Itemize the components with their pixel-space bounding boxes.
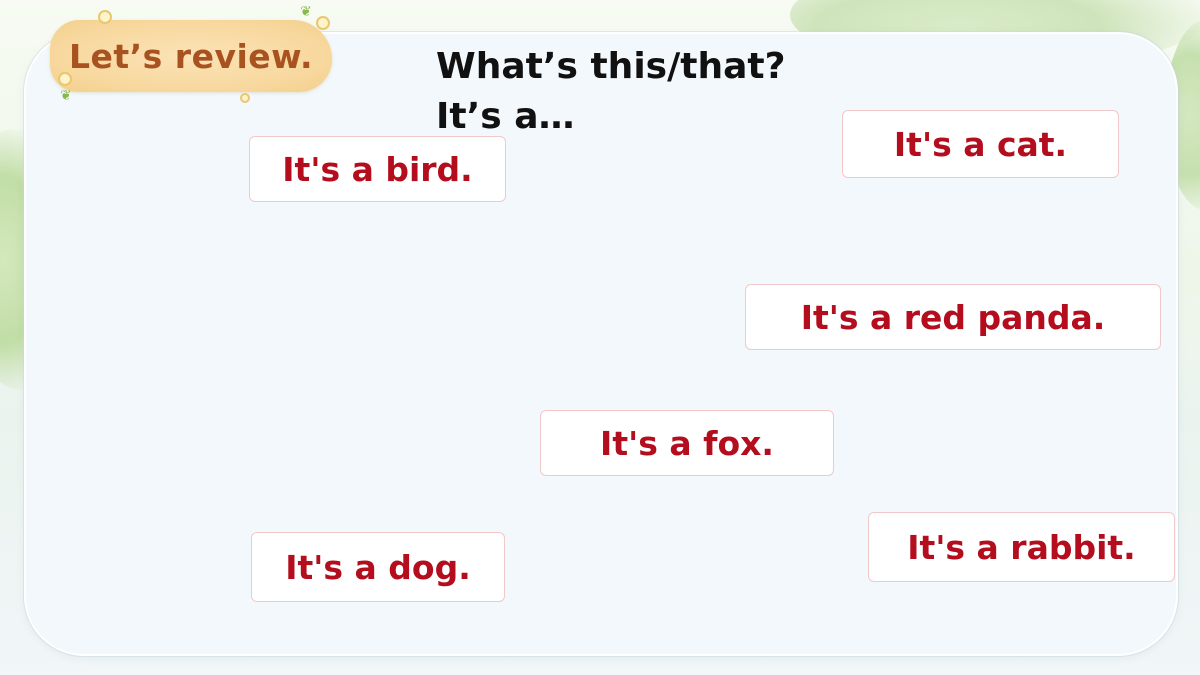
- answer-card-label: It's a rabbit.: [907, 527, 1136, 567]
- answer-card-fox[interactable]: It's a fox.: [540, 410, 834, 476]
- answer-card-label: It's a fox.: [600, 423, 774, 463]
- question-line: What’s this/that?: [436, 46, 786, 87]
- question-prompt: What’s this/that? It’s a…: [436, 42, 785, 142]
- answer-card-red-panda[interactable]: It's a red panda.: [745, 284, 1161, 350]
- answer-card-label: It's a dog.: [285, 547, 471, 587]
- badge-label: Let’s review.: [68, 36, 314, 76]
- answer-card-dog[interactable]: It's a dog.: [251, 532, 505, 602]
- answer-card-bird[interactable]: It's a bird.: [249, 136, 506, 202]
- answer-frame-line: It’s a…: [436, 96, 575, 137]
- sprig-icon: ❦: [300, 4, 312, 20]
- flower-icon: [316, 16, 330, 30]
- answer-card-label: It's a cat.: [893, 124, 1068, 164]
- answer-card-label: It's a bird.: [282, 149, 473, 189]
- answer-card-label: It's a red panda.: [800, 297, 1106, 337]
- flower-icon: [98, 10, 112, 24]
- flower-icon: [58, 72, 72, 86]
- flower-icon: [240, 93, 250, 103]
- lets-review-badge: Let’s review.: [50, 20, 332, 92]
- sprig-icon: ❦: [60, 88, 72, 104]
- answer-card-rabbit[interactable]: It's a rabbit.: [868, 512, 1175, 582]
- answer-card-cat[interactable]: It's a cat.: [842, 110, 1119, 178]
